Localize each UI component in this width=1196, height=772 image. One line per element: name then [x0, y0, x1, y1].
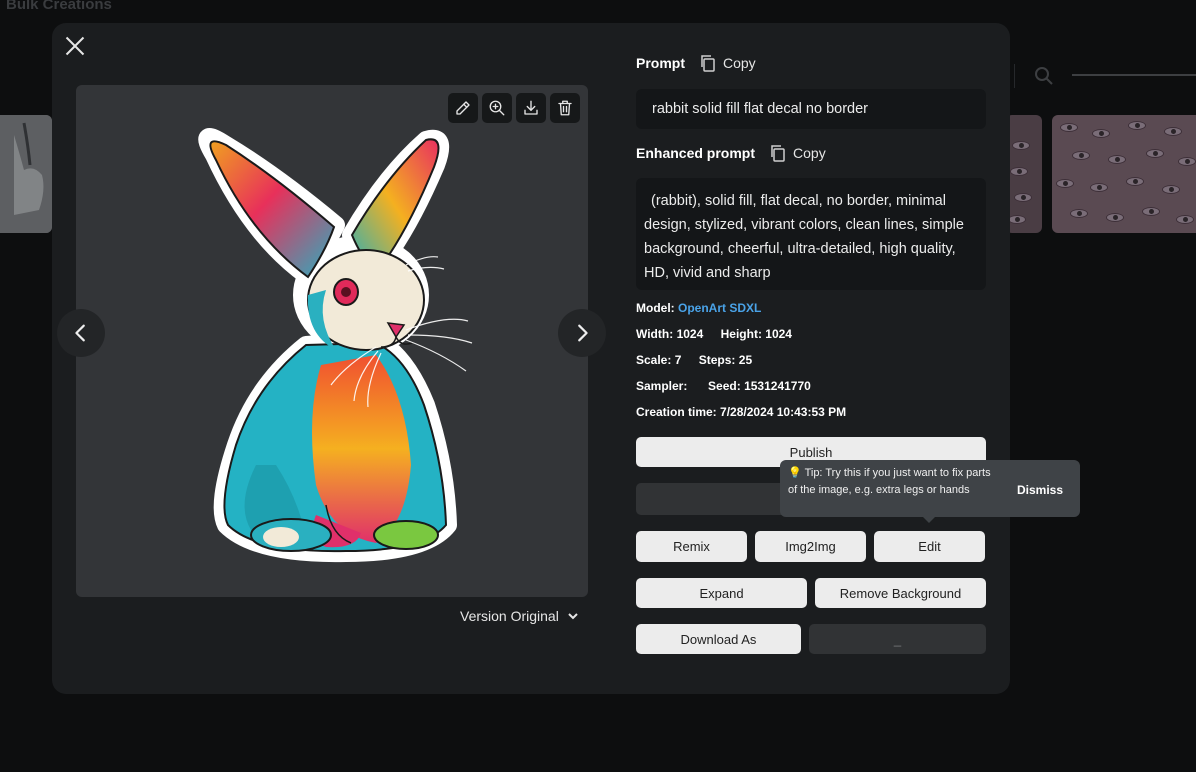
tooltip-arrow: [923, 517, 935, 523]
background-zoom-slider: [1072, 74, 1196, 76]
copy-label: Copy: [793, 145, 826, 161]
creation-time-label: Creation time:: [636, 405, 717, 419]
prompt-header: Prompt Copy: [636, 54, 756, 72]
edit-button[interactable]: Edit: [874, 531, 985, 562]
image-toolbar: [448, 93, 580, 123]
prompt-text: rabbit solid fill flat decal no border: [636, 89, 986, 129]
extra-action-button[interactable]: _: [809, 624, 986, 654]
scale-value: 7: [674, 353, 682, 367]
steps-label: Steps:: [698, 353, 736, 367]
creation-time-info: Creation time: 7/28/2024 10:43:53 PM: [636, 405, 846, 419]
edit-tip-tooltip: 💡 Tip: Try this if you just want to fix …: [780, 460, 1080, 523]
tip-message: Tip: Try this if you just want to fix pa…: [788, 467, 991, 496]
rabbit-sticker-image: [198, 128, 473, 563]
height-label: Height:: [720, 327, 762, 341]
enhanced-prompt-label: Enhanced prompt: [636, 145, 756, 161]
height-value: 1024: [765, 327, 792, 341]
background-thumbnail: [0, 115, 52, 233]
chevron-down-icon: [568, 613, 578, 620]
seed-value: 1531241770: [744, 379, 811, 393]
download-icon: [524, 100, 538, 115]
zoom-image-button[interactable]: [482, 93, 512, 123]
model-link[interactable]: OpenArt SDXL: [678, 301, 761, 315]
creation-time-value: 7/28/2024 10:43:53 PM: [720, 405, 847, 419]
version-label: Version Original: [460, 608, 559, 624]
width-value: 1024: [676, 327, 704, 341]
background-page-title: Bulk Creations: [6, 0, 112, 13]
copy-icon: [701, 55, 715, 72]
copy-icon: [771, 145, 785, 162]
zoom-in-icon: [489, 100, 505, 116]
remove-background-button[interactable]: Remove Background: [815, 578, 986, 608]
background-thumbnail: [1006, 115, 1042, 233]
version-selector[interactable]: Version Original: [460, 608, 579, 624]
generated-image: [76, 85, 588, 597]
trash-icon: [558, 100, 572, 116]
enhanced-prompt-header: Enhanced prompt Copy: [636, 144, 826, 162]
copy-label: Copy: [723, 55, 756, 71]
expand-button[interactable]: Expand: [636, 578, 807, 608]
enhanced-prompt-text: (rabbit), solid fill, flat decal, no bor…: [636, 178, 986, 290]
chevron-left-icon: [75, 324, 85, 342]
dismiss-button[interactable]: Dismiss: [1017, 482, 1063, 499]
seed-label: Seed:: [708, 379, 741, 393]
lightbulb-icon: 💡: [788, 467, 802, 479]
download-as-button[interactable]: Download As: [636, 624, 801, 654]
delete-image-button[interactable]: [550, 93, 580, 123]
model-label: Model:: [636, 301, 675, 315]
background-divider: [1014, 64, 1015, 88]
chevron-right-icon: [578, 324, 588, 342]
steps-value: 25: [738, 353, 753, 367]
tip-text: 💡 Tip: Try this if you just want to fix …: [788, 465, 1000, 498]
sampler-label: Sampler:: [636, 379, 688, 393]
copy-enhanced-prompt-button[interactable]: Copy: [769, 144, 826, 162]
close-icon[interactable]: [63, 34, 87, 58]
next-image-button[interactable]: [558, 309, 606, 357]
dimensions-info: Width: 1024 Height: 1024: [636, 327, 792, 341]
background-search-icon: [1035, 67, 1053, 85]
model-info: Model: OpenArt SDXL: [636, 301, 761, 315]
scale-label: Scale:: [636, 353, 672, 367]
pencil-icon: [456, 101, 470, 115]
remix-button[interactable]: Remix: [636, 531, 747, 562]
width-label: Width:: [636, 327, 674, 341]
download-image-button[interactable]: [516, 93, 546, 123]
copy-prompt-button[interactable]: Copy: [699, 54, 756, 72]
img2img-button[interactable]: Img2Img: [755, 531, 866, 562]
prompt-label: Prompt: [636, 55, 685, 71]
previous-image-button[interactable]: [57, 309, 105, 357]
scale-steps-info: Scale: 7 Steps: 25: [636, 353, 752, 367]
sampler-seed-info: Sampler: Seed: 1531241770: [636, 379, 811, 393]
edit-image-button[interactable]: [448, 93, 478, 123]
background-thumbnail: [1052, 115, 1196, 233]
